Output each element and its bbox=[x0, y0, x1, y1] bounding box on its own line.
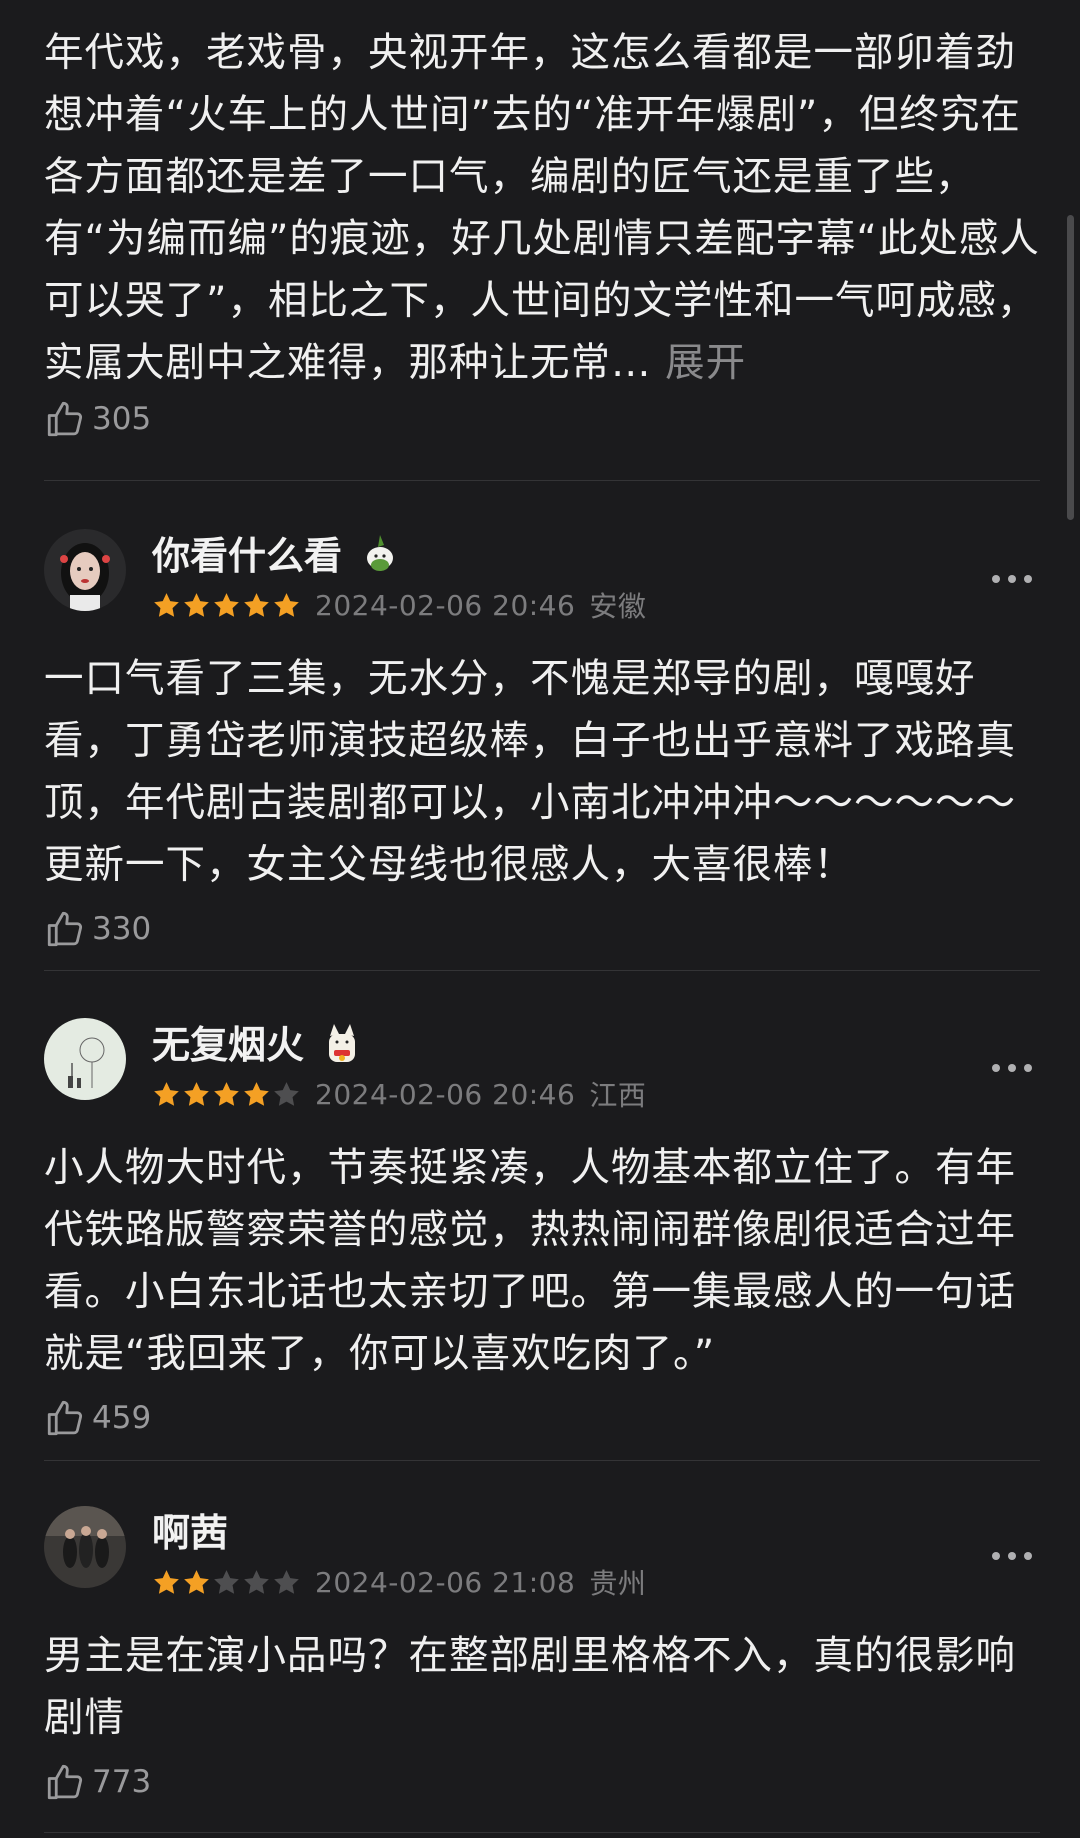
like-button[interactable]: 330 bbox=[44, 904, 1040, 954]
like-button[interactable]: 459 bbox=[44, 1393, 1040, 1443]
divider bbox=[44, 1832, 1040, 1833]
avatar[interactable] bbox=[44, 529, 126, 611]
avatar[interactable] bbox=[44, 1506, 126, 1588]
star-filled-icon bbox=[274, 592, 299, 617]
review-feed: 年代戏，老戏骨，央视开年，这怎么看都是一部卯着劲想冲着“火车上的人世间”去的“准… bbox=[0, 0, 1080, 1838]
star-filled-icon bbox=[184, 1569, 209, 1594]
star-filled-icon bbox=[154, 1081, 179, 1106]
review-location: 江西 bbox=[589, 1079, 647, 1112]
star-empty-icon bbox=[274, 1569, 299, 1594]
divider bbox=[44, 970, 1040, 971]
expand-link[interactable]: 展开 bbox=[665, 340, 746, 386]
thumbs-up-icon bbox=[47, 1400, 83, 1436]
rabbit-sticker-icon bbox=[367, 534, 394, 571]
review-date: 2024-02-06 21:08 bbox=[315, 1565, 576, 1599]
username[interactable]: 你看什么看 bbox=[152, 525, 400, 580]
thumbs-up-icon bbox=[47, 911, 83, 947]
star-filled-icon bbox=[214, 592, 239, 617]
review-body: 小人物大时代，节奏挺紧凑，人物基本都立住了。有年代铁路版警察荣誉的感觉，热热闹闹… bbox=[44, 1145, 1016, 1377]
star-filled-icon bbox=[214, 1081, 239, 1106]
avatar[interactable] bbox=[44, 1018, 126, 1100]
star-filled-icon bbox=[154, 592, 179, 617]
star-empty-icon bbox=[214, 1569, 239, 1594]
like-count: 305 bbox=[92, 401, 152, 437]
star-filled-icon bbox=[184, 592, 209, 617]
divider bbox=[44, 480, 1040, 481]
review-card-2: 你看什么看 2024-02-06 20:46 安徽 一口气看了三集，无水分，不愧… bbox=[44, 523, 1040, 954]
star-empty-icon bbox=[274, 1081, 299, 1106]
star-empty-icon bbox=[244, 1569, 269, 1594]
review-text: 年代戏，老戏骨，央视开年，这怎么看都是一部卯着劲想冲着“火车上的人世间”去的“准… bbox=[44, 30, 1040, 386]
star-filled-icon bbox=[184, 1081, 209, 1106]
review-card-1: 年代戏，老戏骨，央视开年，这怎么看都是一部卯着劲想冲着“火车上的人世间”去的“准… bbox=[44, 22, 1040, 444]
thumbs-up-icon bbox=[47, 1764, 83, 1800]
like-count: 330 bbox=[92, 911, 152, 947]
review-card-3: 无复烟火 2024-02-06 20:46 江西 小人物大时代，节奏挺紧凑，人物… bbox=[44, 1012, 1040, 1443]
like-count: 459 bbox=[92, 1400, 152, 1436]
review-body: 男主是在演小品吗？在整部剧里格格不入，真的很影响剧情 bbox=[44, 1633, 1016, 1741]
star-filled-icon bbox=[244, 1081, 269, 1106]
username[interactable]: 无复烟火 bbox=[152, 1014, 362, 1069]
scrollbar[interactable] bbox=[1067, 215, 1074, 520]
star-filled-icon bbox=[244, 592, 269, 617]
like-count: 773 bbox=[92, 1764, 152, 1800]
review-body: 年代戏，老戏骨，央视开年，这怎么看都是一部卯着劲想冲着“火车上的人世间”去的“准… bbox=[44, 22, 1040, 394]
thumbs-up-icon bbox=[47, 401, 83, 437]
review-date: 2024-02-06 20:46 bbox=[315, 588, 576, 622]
more-options-icon[interactable] bbox=[990, 573, 1034, 585]
like-button[interactable]: 305 bbox=[44, 394, 1040, 444]
review-card-4: 啊茜 2024-02-06 21:08 贵州 男主是在演小品吗？在整部剧里格格不… bbox=[44, 1500, 1040, 1807]
username[interactable]: 啊茜 bbox=[152, 1502, 228, 1557]
more-options-icon[interactable] bbox=[990, 1062, 1034, 1074]
star-rating bbox=[152, 1568, 301, 1597]
star-rating bbox=[152, 1080, 301, 1109]
review-date: 2024-02-06 20:46 bbox=[315, 1077, 576, 1111]
review-location: 安徽 bbox=[589, 590, 647, 623]
lucky-cat-icon bbox=[329, 1023, 356, 1062]
review-location: 贵州 bbox=[589, 1567, 647, 1600]
divider bbox=[44, 1460, 1040, 1461]
star-rating bbox=[152, 591, 301, 620]
like-button[interactable]: 773 bbox=[44, 1757, 1040, 1807]
review-body: 一口气看了三集，无水分，不愧是郑导的剧，嘎嘎好看，丁勇岱老师演技超级棒，白子也出… bbox=[44, 656, 1016, 888]
star-filled-icon bbox=[154, 1569, 179, 1594]
more-options-icon[interactable] bbox=[990, 1550, 1034, 1562]
